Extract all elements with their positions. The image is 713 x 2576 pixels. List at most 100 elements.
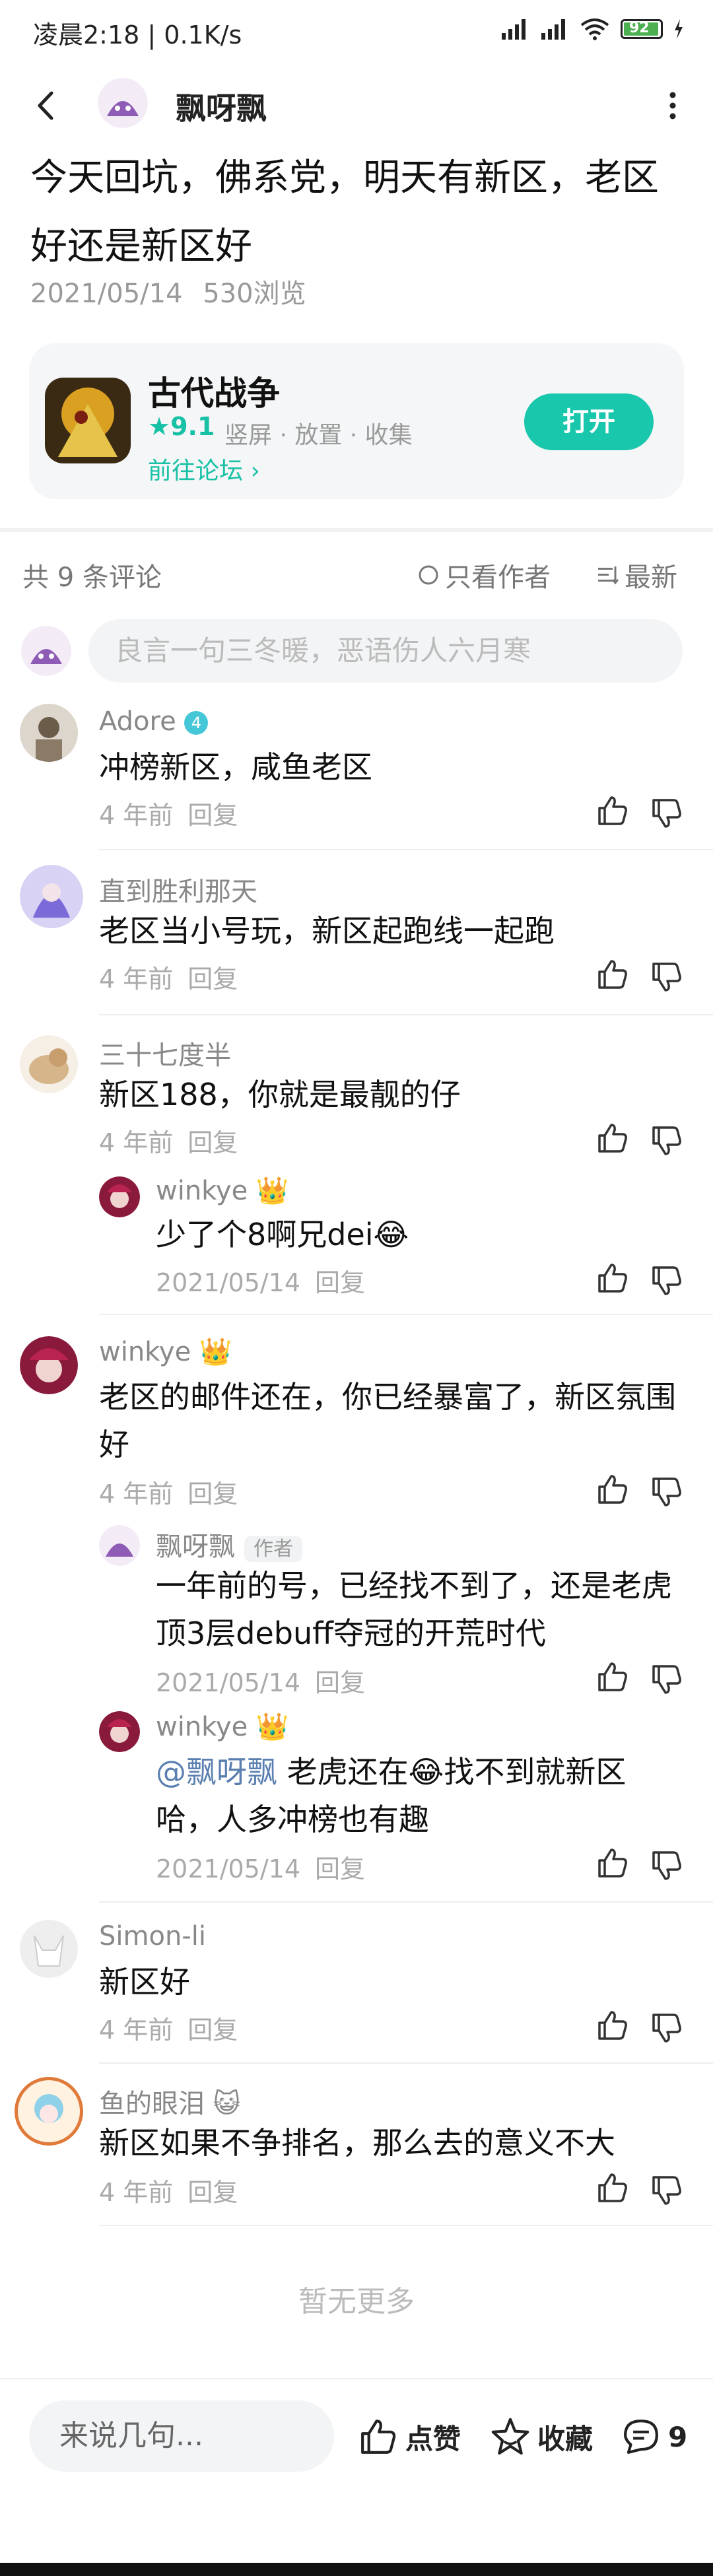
reply-text: 少了个8啊兄dei😂 [156, 1217, 409, 1252]
comment-divider [99, 1014, 713, 1015]
replier-avatar[interactable] [99, 1525, 140, 1566]
game-tags: 竖屏 · 放置 · 收集 [224, 422, 413, 449]
star-icon: ★ [148, 412, 171, 441]
reply-meta: 2021/05/14 回复 [156, 1668, 366, 1697]
commenter-avatar[interactable] [20, 865, 83, 928]
dislike-icon[interactable] [650, 1848, 684, 1883]
charging-icon [675, 19, 683, 39]
post-meta: 2021/05/14 530浏览 [30, 272, 306, 310]
radio-icon [419, 565, 438, 585]
dislike-icon[interactable] [650, 1264, 684, 1298]
reply-text: 一年前的号，已经找不到了，还是老虎顶3层debuff夺冠的开荒时代 [156, 1568, 672, 1651]
comment-meta: 4 年前 回复 [99, 2178, 238, 2207]
replier-avatar[interactable] [99, 1711, 140, 1752]
header-username[interactable]: 飘呀飘 [176, 85, 267, 128]
reply-text: @飘呀飘 老虎还在😂找不到就新区哈，人多冲榜也有趣 [156, 1754, 627, 1837]
commenter-avatar[interactable] [20, 704, 78, 762]
my-avatar [21, 626, 71, 676]
battery-level: 92 [629, 20, 650, 36]
commenter-name[interactable]: Adore 4 [99, 706, 209, 737]
status-time: 凌晨2:18 | 0.1K/s [33, 20, 242, 50]
comment-meta: 4 年前 回复 [99, 801, 238, 830]
bottom-bar-divider [0, 2378, 713, 2379]
more-options-icon[interactable] [656, 86, 689, 125]
reply-button[interactable]: 回复 [315, 1668, 365, 1697]
favorite-button[interactable]: 收藏 [490, 2416, 593, 2457]
dislike-icon[interactable] [650, 2011, 684, 2045]
replier-name[interactable]: 飘呀飘 作者 [156, 1525, 302, 1563]
mention-link[interactable]: @飘呀飘 [156, 1754, 277, 1790]
comment-input[interactable]: 良言一句三冬暖，恶语伤人六月寒 [88, 619, 683, 683]
dislike-icon[interactable] [650, 1124, 684, 1158]
sort-icon [598, 566, 619, 585]
status-icons: 92 [490, 17, 684, 41]
dislike-icon[interactable] [650, 796, 684, 830]
commenter-avatar[interactable] [15, 2077, 83, 2146]
reply-button[interactable]: 回复 [187, 2178, 238, 2207]
status-bar: 凌晨2:18 | 0.1K/s 92 [0, 0, 713, 66]
like-icon[interactable] [595, 2008, 630, 2043]
commenter-name[interactable]: 鱼的眼泪 😺 [99, 2082, 240, 2120]
like-icon[interactable] [595, 957, 630, 992]
reply-button[interactable]: 回复 [315, 1854, 365, 1883]
reply-button[interactable]: 回复 [187, 1128, 238, 1157]
bottom-comment-input[interactable]: 来说几句... [29, 2400, 334, 2472]
wifi-icon [580, 18, 609, 40]
signal-icon [502, 19, 526, 40]
crown-badge-icon: 👑 [255, 1712, 289, 1742]
only-author-toggle[interactable]: 只看作者 [417, 556, 551, 594]
commenter-avatar[interactable] [20, 1336, 78, 1394]
cat-badge-icon: 😺 [213, 2089, 241, 2119]
post-title: 今天回坑，佛系党，明天有新区，老区好还是新区好 [30, 156, 659, 268]
replier-name[interactable]: winkye 👑 [156, 1175, 289, 1206]
reply-meta: 2021/05/14 回复 [156, 1854, 366, 1883]
comment-divider [99, 2225, 713, 2226]
dislike-icon[interactable] [650, 1475, 684, 1509]
commenter-name[interactable]: 直到胜利那天 [99, 870, 257, 908]
like-icon[interactable] [595, 1660, 630, 1694]
game-card[interactable]: 古代战争 ★9.1 竖屏 · 放置 · 收集 前往论坛 › 打开 [29, 343, 684, 499]
like-icon[interactable] [595, 1846, 630, 1880]
like-icon[interactable] [595, 1121, 630, 1155]
commenter-avatar[interactable] [20, 1920, 78, 1978]
game-name: 古代战争 [148, 374, 280, 413]
reply-button[interactable]: 回复 [187, 2016, 238, 2045]
commenter-name[interactable]: 三十七度半 [99, 1034, 231, 1072]
level-badge-icon: 4 [184, 711, 209, 735]
commenter-name[interactable]: Simon-li [99, 1921, 206, 1951]
like-icon[interactable] [595, 1261, 630, 1295]
like-icon[interactable] [595, 2171, 630, 2205]
reply-meta: 2021/05/14 回复 [156, 1268, 366, 1297]
back-arrow-icon[interactable] [30, 89, 63, 122]
crown-badge-icon: 👑 [255, 1176, 289, 1206]
author-avatar[interactable] [98, 78, 148, 128]
like-icon[interactable] [595, 1472, 630, 1507]
comments-button[interactable]: 9 [621, 2416, 687, 2457]
dislike-icon[interactable] [650, 1662, 684, 1697]
like-icon[interactable] [595, 794, 630, 828]
reply-button[interactable]: 回复 [187, 801, 238, 830]
system-nav-bar [0, 2563, 713, 2576]
commenter-name[interactable]: winkye 👑 [99, 1336, 232, 1367]
open-game-button[interactable]: 打开 [524, 393, 654, 450]
star-outline-icon [491, 2418, 529, 2455]
like-icon [361, 2420, 396, 2454]
comment-text: 冲榜新区，咸鱼老区 [99, 749, 372, 785]
reply-button[interactable]: 回复 [187, 1479, 238, 1508]
signal-icon-2 [541, 19, 565, 40]
game-score: ★9.1 [148, 412, 215, 441]
reply-button[interactable]: 回复 [315, 1268, 365, 1297]
dislike-icon[interactable] [650, 2173, 684, 2208]
game-icon [45, 378, 131, 463]
forum-link[interactable]: 前往论坛 › [148, 452, 260, 486]
comment-divider [99, 2062, 713, 2064]
post-views: 530浏览 [203, 279, 306, 309]
commenter-avatar[interactable] [20, 1035, 78, 1093]
like-button[interactable]: 点赞 [358, 2416, 461, 2457]
chevron-right-icon: › [250, 458, 260, 485]
reply-button[interactable]: 回复 [187, 965, 238, 994]
replier-name[interactable]: winkye 👑 [156, 1711, 289, 1742]
dislike-icon[interactable] [650, 960, 684, 994]
replier-avatar[interactable] [99, 1176, 140, 1217]
sort-latest[interactable]: 最新 [597, 556, 677, 594]
